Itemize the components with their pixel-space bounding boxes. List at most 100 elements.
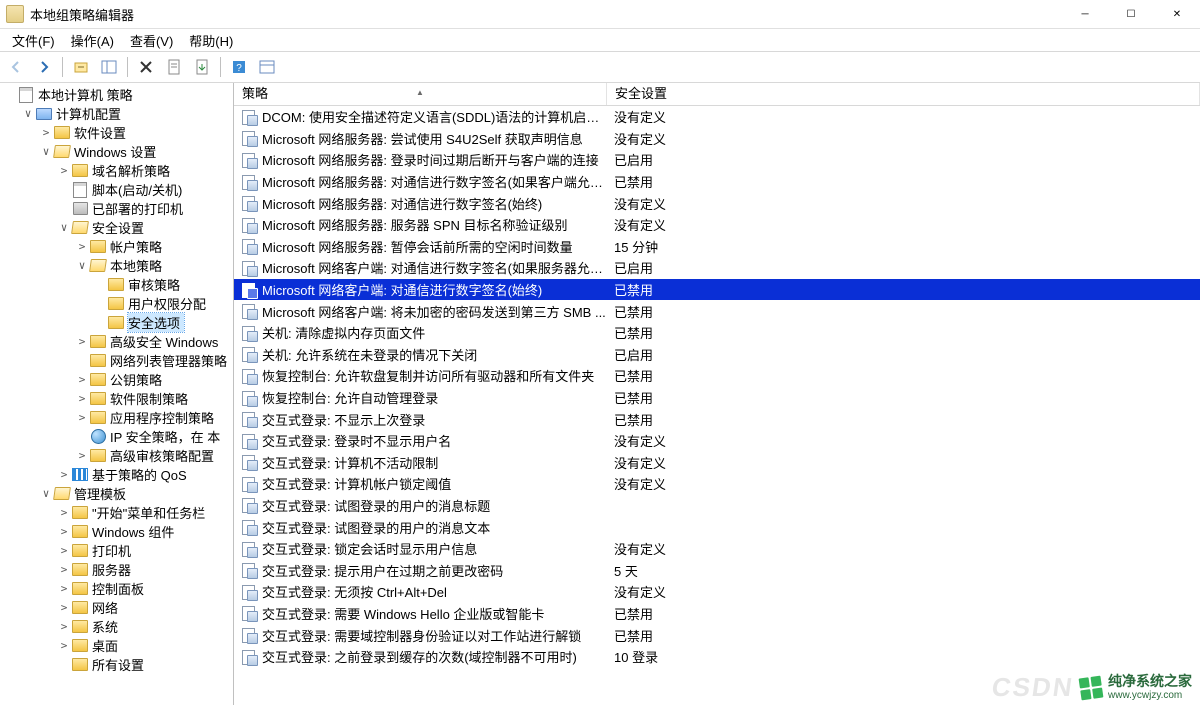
minimize-button[interactable]: ─ bbox=[1062, 0, 1108, 28]
tree-item[interactable]: ∨本地策略 bbox=[0, 256, 233, 275]
tree-item[interactable]: ∨计算机配置 bbox=[0, 104, 233, 123]
tree-item[interactable]: >软件设置 bbox=[0, 123, 233, 142]
twisty-icon[interactable]: ∨ bbox=[74, 259, 90, 272]
twisty-icon[interactable]: ∨ bbox=[38, 487, 54, 500]
menu-view[interactable]: 查看(V) bbox=[122, 29, 181, 52]
properties-button[interactable] bbox=[162, 55, 186, 79]
twisty-icon[interactable]: > bbox=[56, 563, 72, 576]
list-row[interactable]: 交互式登录: 锁定会话时显示用户信息没有定义 bbox=[234, 538, 1200, 560]
tree-item[interactable]: 脚本(启动/关机) bbox=[0, 180, 233, 199]
list-row[interactable]: 交互式登录: 试图登录的用户的消息文本 bbox=[234, 516, 1200, 538]
twisty-icon[interactable]: ∨ bbox=[56, 221, 72, 234]
twisty-icon[interactable]: > bbox=[56, 525, 72, 538]
list-row[interactable]: Microsoft 网络服务器: 暂停会话前所需的空闲时间数量15 分钟 bbox=[234, 236, 1200, 258]
list-row[interactable]: 交互式登录: 计算机不活动限制没有定义 bbox=[234, 452, 1200, 474]
list-row[interactable]: Microsoft 网络服务器: 对通信进行数字签名(如果客户端允许)已禁用 bbox=[234, 171, 1200, 193]
tree-item[interactable]: ∨管理模板 bbox=[0, 484, 233, 503]
tree-item[interactable]: >服务器 bbox=[0, 560, 233, 579]
tree-item[interactable]: >高级安全 Windows bbox=[0, 332, 233, 351]
twisty-icon[interactable]: > bbox=[38, 126, 54, 139]
list-row[interactable]: Microsoft 网络服务器: 尝试使用 S4U2Self 获取声明信息没有定… bbox=[234, 128, 1200, 150]
tree-item[interactable]: 安全选项 bbox=[0, 313, 233, 332]
list-row[interactable]: 交互式登录: 登录时不显示用户名没有定义 bbox=[234, 430, 1200, 452]
back-button[interactable] bbox=[4, 55, 28, 79]
twisty-icon[interactable]: > bbox=[56, 164, 72, 177]
show-hide-tree-button[interactable] bbox=[97, 55, 121, 79]
maximize-button[interactable]: ☐ bbox=[1108, 0, 1154, 28]
tree-item[interactable]: >高级审核策略配置 bbox=[0, 446, 233, 465]
twisty-icon[interactable]: > bbox=[74, 335, 90, 348]
tree-item[interactable]: >控制面板 bbox=[0, 579, 233, 598]
list-row[interactable]: 交互式登录: 试图登录的用户的消息标题 bbox=[234, 495, 1200, 517]
column-setting[interactable]: 安全设置 bbox=[607, 83, 1200, 105]
list-row[interactable]: 交互式登录: 之前登录到缓存的次数(域控制器不可用时)10 登录 bbox=[234, 646, 1200, 668]
list-row[interactable]: Microsoft 网络客户端: 将未加密的密码发送到第三方 SMB ...已禁… bbox=[234, 300, 1200, 322]
twisty-icon[interactable]: > bbox=[74, 373, 90, 386]
up-button[interactable] bbox=[69, 55, 93, 79]
list-row[interactable]: Microsoft 网络客户端: 对通信进行数字签名(如果服务器允许)已启用 bbox=[234, 257, 1200, 279]
list-row[interactable]: 交互式登录: 无须按 Ctrl+Alt+Del没有定义 bbox=[234, 581, 1200, 603]
twisty-icon[interactable]: > bbox=[56, 544, 72, 557]
list-row[interactable]: 交互式登录: 需要域控制器身份验证以对工作站进行解锁已禁用 bbox=[234, 624, 1200, 646]
tree-item[interactable]: >Windows 组件 bbox=[0, 522, 233, 541]
twisty-icon[interactable]: > bbox=[56, 620, 72, 633]
folder-icon bbox=[108, 315, 124, 331]
list-row[interactable]: 恢复控制台: 允许软盘复制并访问所有驱动器和所有文件夹已禁用 bbox=[234, 365, 1200, 387]
list-row[interactable]: 交互式登录: 需要 Windows Hello 企业版或智能卡已禁用 bbox=[234, 603, 1200, 625]
export-button[interactable] bbox=[190, 55, 214, 79]
close-button[interactable]: ✕ bbox=[1154, 0, 1200, 28]
tree-item[interactable]: ∨安全设置 bbox=[0, 218, 233, 237]
menu-file[interactable]: 文件(F) bbox=[4, 29, 63, 52]
tree-item[interactable]: >系统 bbox=[0, 617, 233, 636]
twisty-icon[interactable]: > bbox=[56, 601, 72, 614]
list-row[interactable]: 交互式登录: 不显示上次登录已禁用 bbox=[234, 408, 1200, 430]
tree-item[interactable]: >帐户策略 bbox=[0, 237, 233, 256]
tree-item[interactable]: >公钥策略 bbox=[0, 370, 233, 389]
list-row[interactable]: Microsoft 网络服务器: 服务器 SPN 目标名称验证级别没有定义 bbox=[234, 214, 1200, 236]
tree-item[interactable]: >基于策略的 QoS bbox=[0, 465, 233, 484]
tree-item[interactable]: 用户权限分配 bbox=[0, 294, 233, 313]
list-row[interactable]: DCOM: 使用安全描述符定义语言(SDDL)语法的计算机启动...没有定义 bbox=[234, 106, 1200, 128]
twisty-icon[interactable]: > bbox=[74, 240, 90, 253]
twisty-icon[interactable]: ∨ bbox=[38, 145, 54, 158]
tree-pane[interactable]: 本地计算机 策略 ∨计算机配置>软件设置∨Windows 设置>域名解析策略 脚… bbox=[0, 83, 234, 705]
menu-help[interactable]: 帮助(H) bbox=[181, 29, 241, 52]
twisty-icon[interactable]: > bbox=[56, 506, 72, 519]
list-row[interactable]: Microsoft 网络服务器: 对通信进行数字签名(始终)没有定义 bbox=[234, 192, 1200, 214]
tree-item[interactable]: 所有设置 bbox=[0, 655, 233, 674]
tree-item[interactable]: 网络列表管理器策略 bbox=[0, 351, 233, 370]
tree-item[interactable]: >应用程序控制策略 bbox=[0, 408, 233, 427]
column-policy[interactable]: ▲ 策略 bbox=[234, 83, 607, 105]
twisty-icon[interactable]: > bbox=[74, 411, 90, 424]
twisty-icon[interactable]: > bbox=[56, 639, 72, 652]
list-row[interactable]: Microsoft 网络客户端: 对通信进行数字签名(始终)已禁用 bbox=[234, 279, 1200, 301]
list-row[interactable]: 交互式登录: 计算机帐户锁定阈值没有定义 bbox=[234, 473, 1200, 495]
list-row[interactable]: 恢复控制台: 允许自动管理登录已禁用 bbox=[234, 387, 1200, 409]
tree-item[interactable]: IP 安全策略，在 本 bbox=[0, 427, 233, 446]
tree-item[interactable]: >域名解析策略 bbox=[0, 161, 233, 180]
tree-item[interactable]: >"开始"菜单和任务栏 bbox=[0, 503, 233, 522]
tree-item[interactable]: ∨Windows 设置 bbox=[0, 142, 233, 161]
tree-item[interactable]: >桌面 bbox=[0, 636, 233, 655]
tree-root[interactable]: 本地计算机 策略 bbox=[0, 85, 233, 104]
twisty-icon[interactable]: > bbox=[56, 582, 72, 595]
tree-item[interactable]: 审核策略 bbox=[0, 275, 233, 294]
list-row[interactable]: Microsoft 网络服务器: 登录时间过期后断开与客户端的连接已启用 bbox=[234, 149, 1200, 171]
twisty-icon[interactable]: > bbox=[56, 468, 72, 481]
tree-item[interactable]: >软件限制策略 bbox=[0, 389, 233, 408]
twisty-icon[interactable]: > bbox=[74, 449, 90, 462]
list-row[interactable]: 交互式登录: 提示用户在过期之前更改密码5 天 bbox=[234, 559, 1200, 581]
delete-button[interactable] bbox=[134, 55, 158, 79]
menu-action[interactable]: 操作(A) bbox=[63, 29, 122, 52]
list-row[interactable]: 关机: 允许系统在未登录的情况下关闭已启用 bbox=[234, 344, 1200, 366]
twisty-icon[interactable]: > bbox=[74, 392, 90, 405]
tree-item[interactable]: >打印机 bbox=[0, 541, 233, 560]
list-pane[interactable]: ▲ 策略 安全设置 DCOM: 使用安全描述符定义语言(SDDL)语法的计算机启… bbox=[234, 83, 1200, 705]
list-row[interactable]: 关机: 清除虚拟内存页面文件已禁用 bbox=[234, 322, 1200, 344]
tree-item[interactable]: 已部署的打印机 bbox=[0, 199, 233, 218]
tree-item[interactable]: >网络 bbox=[0, 598, 233, 617]
twisty-icon[interactable]: ∨ bbox=[20, 107, 36, 120]
forward-button[interactable] bbox=[32, 55, 56, 79]
filter-button[interactable] bbox=[255, 55, 279, 79]
help-button[interactable]: ? bbox=[227, 55, 251, 79]
